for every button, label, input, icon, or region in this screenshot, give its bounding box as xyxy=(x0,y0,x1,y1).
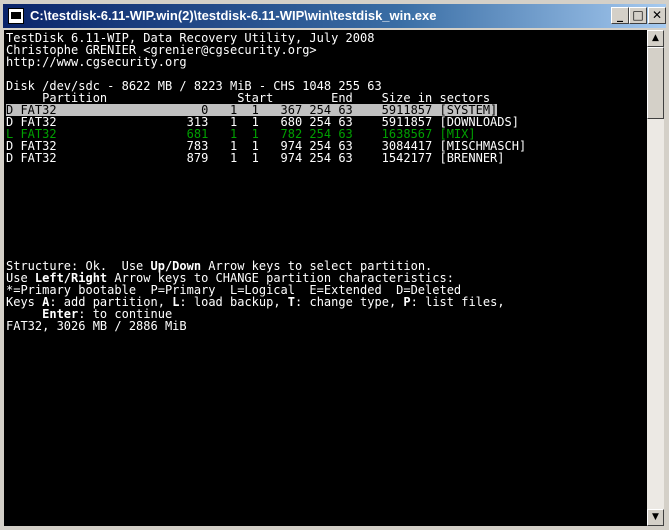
partition-row[interactable]: D FAT32 879 1 1 974 254 63 1542177 [BREN… xyxy=(6,152,505,164)
vertical-scrollbar[interactable]: ▲ ▼ xyxy=(647,30,664,526)
help-text: : load backup, xyxy=(179,295,288,309)
partition-summary: FAT32, 3026 MB / 2886 MiB xyxy=(6,319,187,333)
help-text: : list files, xyxy=(410,295,505,309)
title-bar[interactable]: C:\testdisk-6.11-WIP.win(2)\testdisk-6.1… xyxy=(3,4,666,28)
scroll-down-button[interactable]: ▼ xyxy=(647,509,664,526)
window-title: C:\testdisk-6.11-WIP.win(2)\testdisk-6.1… xyxy=(30,8,437,23)
maximize-button[interactable]: □ xyxy=(629,7,647,24)
console-app-icon xyxy=(8,8,24,24)
close-button[interactable]: ✕ xyxy=(648,7,666,24)
console-output[interactable]: TestDisk 6.11-WIP, Data Recovery Utility… xyxy=(4,30,647,526)
scroll-thumb[interactable] xyxy=(647,47,664,119)
scroll-up-button[interactable]: ▲ xyxy=(647,30,664,47)
key-p: P xyxy=(403,295,411,309)
minimize-button[interactable]: _ xyxy=(611,7,629,24)
header-line-url: http://www.cgsecurity.org xyxy=(6,55,187,69)
key-t: T xyxy=(287,295,296,309)
console-window: C:\testdisk-6.11-WIP.win(2)\testdisk-6.1… xyxy=(0,0,669,530)
help-text: : change type, xyxy=(295,295,404,309)
